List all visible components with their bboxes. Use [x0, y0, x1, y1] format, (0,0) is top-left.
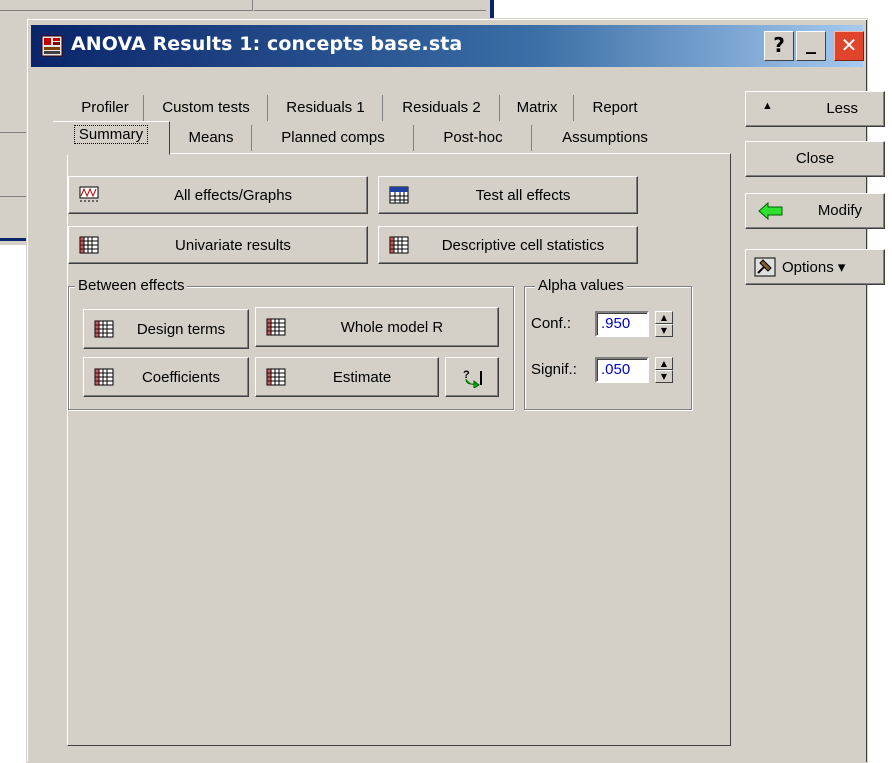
whole-model-r-button[interactable]: Whole model R: [255, 307, 499, 347]
tab-row-front: Summary Means Planned comps Post-hoc Ass…: [53, 121, 727, 155]
descriptive-label: Descriptive cell statistics: [441, 236, 605, 254]
effects-graph-icon: [79, 186, 99, 202]
coefficients-label: Coefficients: [141, 368, 221, 386]
conf-input[interactable]: .950: [595, 311, 649, 337]
spin-down-icon[interactable]: ▼: [655, 324, 673, 337]
conf-spinner[interactable]: ▲ ▼: [655, 311, 673, 339]
coefficients-button[interactable]: Coefficients: [83, 357, 249, 397]
design-terms-button[interactable]: Design terms: [83, 309, 249, 349]
minimize-button[interactable]: _: [796, 31, 826, 61]
spreadsheet-icon: [94, 320, 114, 338]
background-panel-right: [254, 0, 486, 11]
less-label: Less: [826, 100, 858, 117]
test-all-label: Test all effects: [475, 186, 571, 204]
univariate-results-button[interactable]: Univariate results: [68, 226, 368, 264]
signif-input[interactable]: .050: [595, 357, 649, 383]
whole-model-label: Whole model R: [340, 318, 444, 336]
spreadsheet-icon: [79, 236, 99, 254]
signif-spinner[interactable]: ▲ ▼: [655, 357, 673, 385]
tab-means[interactable]: Means: [171, 125, 251, 151]
options-hammer-icon: [754, 257, 776, 277]
spin-up-icon[interactable]: ▲: [655, 357, 673, 370]
anova-results-dialog: ANOVA Results 1: concepts base.sta ? _ ✕…: [26, 18, 885, 763]
summary-table-icon: [389, 186, 409, 204]
options-label: Options ▾: [782, 259, 846, 276]
alpha-values-label: Alpha values: [535, 277, 627, 294]
modify-button[interactable]: Modify: [745, 193, 885, 229]
summary-tab-panel: All effects/Graphs Test all effects Univ…: [67, 153, 731, 746]
between-effects-group: Between effects Design terms Whole model…: [68, 277, 514, 410]
tab-residuals-2[interactable]: Residuals 2: [382, 95, 500, 121]
conf-label: Conf.:: [531, 315, 572, 332]
less-button[interactable]: ▲ Less: [745, 91, 885, 127]
help-button[interactable]: ?: [764, 31, 794, 61]
spreadsheet-icon: [389, 236, 409, 254]
tab-residuals-1[interactable]: Residuals 1: [267, 95, 383, 121]
tab-summary-label: Summary: [73, 125, 149, 144]
tab-planned-comps[interactable]: Planned comps: [251, 125, 414, 151]
tab-assumptions[interactable]: Assumptions: [531, 125, 678, 151]
univariate-label: Univariate results: [175, 236, 291, 254]
estimate-options-button[interactable]: ?: [445, 357, 499, 397]
window-title: ANOVA Results 1: concepts base.sta: [71, 33, 463, 55]
close-icon: ✕: [840, 33, 858, 57]
between-effects-label: Between effects: [75, 277, 188, 294]
arrow-into-icon: ?: [463, 369, 482, 388]
close-window-button[interactable]: ✕: [834, 31, 864, 61]
spreadsheet-icon: [94, 368, 114, 386]
spin-down-icon[interactable]: ▼: [655, 370, 673, 383]
alpha-values-group: Alpha values Conf.: .950 ▲ ▼ Signif.: .0…: [524, 277, 692, 410]
spin-up-icon[interactable]: ▲: [655, 311, 673, 324]
tab-custom-tests[interactable]: Custom tests: [143, 95, 268, 121]
tab-summary[interactable]: Summary: [53, 121, 170, 155]
tab-post-hoc[interactable]: Post-hoc: [413, 125, 532, 151]
estimate-label: Estimate: [332, 368, 392, 386]
all-effects-label: All effects/Graphs: [173, 186, 293, 204]
signif-label: Signif.:: [531, 361, 577, 378]
statistica-app-icon: [41, 35, 63, 57]
tab-matrix[interactable]: Matrix: [499, 95, 574, 121]
minimize-icon: _: [806, 30, 816, 54]
all-effects-graphs-button[interactable]: All effects/Graphs: [68, 176, 368, 214]
tab-row-back: Profiler Custom tests Residuals 1 Residu…: [67, 95, 727, 123]
estimate-button[interactable]: Estimate: [255, 357, 439, 397]
descriptive-cell-statistics-button[interactable]: Descriptive cell statistics: [378, 226, 638, 264]
spreadsheet-icon: [266, 368, 286, 386]
design-terms-label: Design terms: [136, 320, 226, 338]
modify-label: Modify: [817, 202, 862, 219]
options-button[interactable]: Options ▾: [745, 249, 885, 285]
tab-report[interactable]: Report: [573, 95, 656, 121]
title-bar[interactable]: ANOVA Results 1: concepts base.sta ? _ ✕: [31, 25, 864, 67]
test-all-effects-button[interactable]: Test all effects: [378, 176, 638, 214]
background-panel-left: [0, 0, 253, 11]
back-arrow-icon: [758, 202, 783, 220]
tab-profiler[interactable]: Profiler: [67, 95, 143, 121]
spreadsheet-icon: [266, 318, 286, 336]
collapse-up-icon: ▲: [762, 100, 773, 112]
close-button[interactable]: Close: [745, 141, 885, 177]
